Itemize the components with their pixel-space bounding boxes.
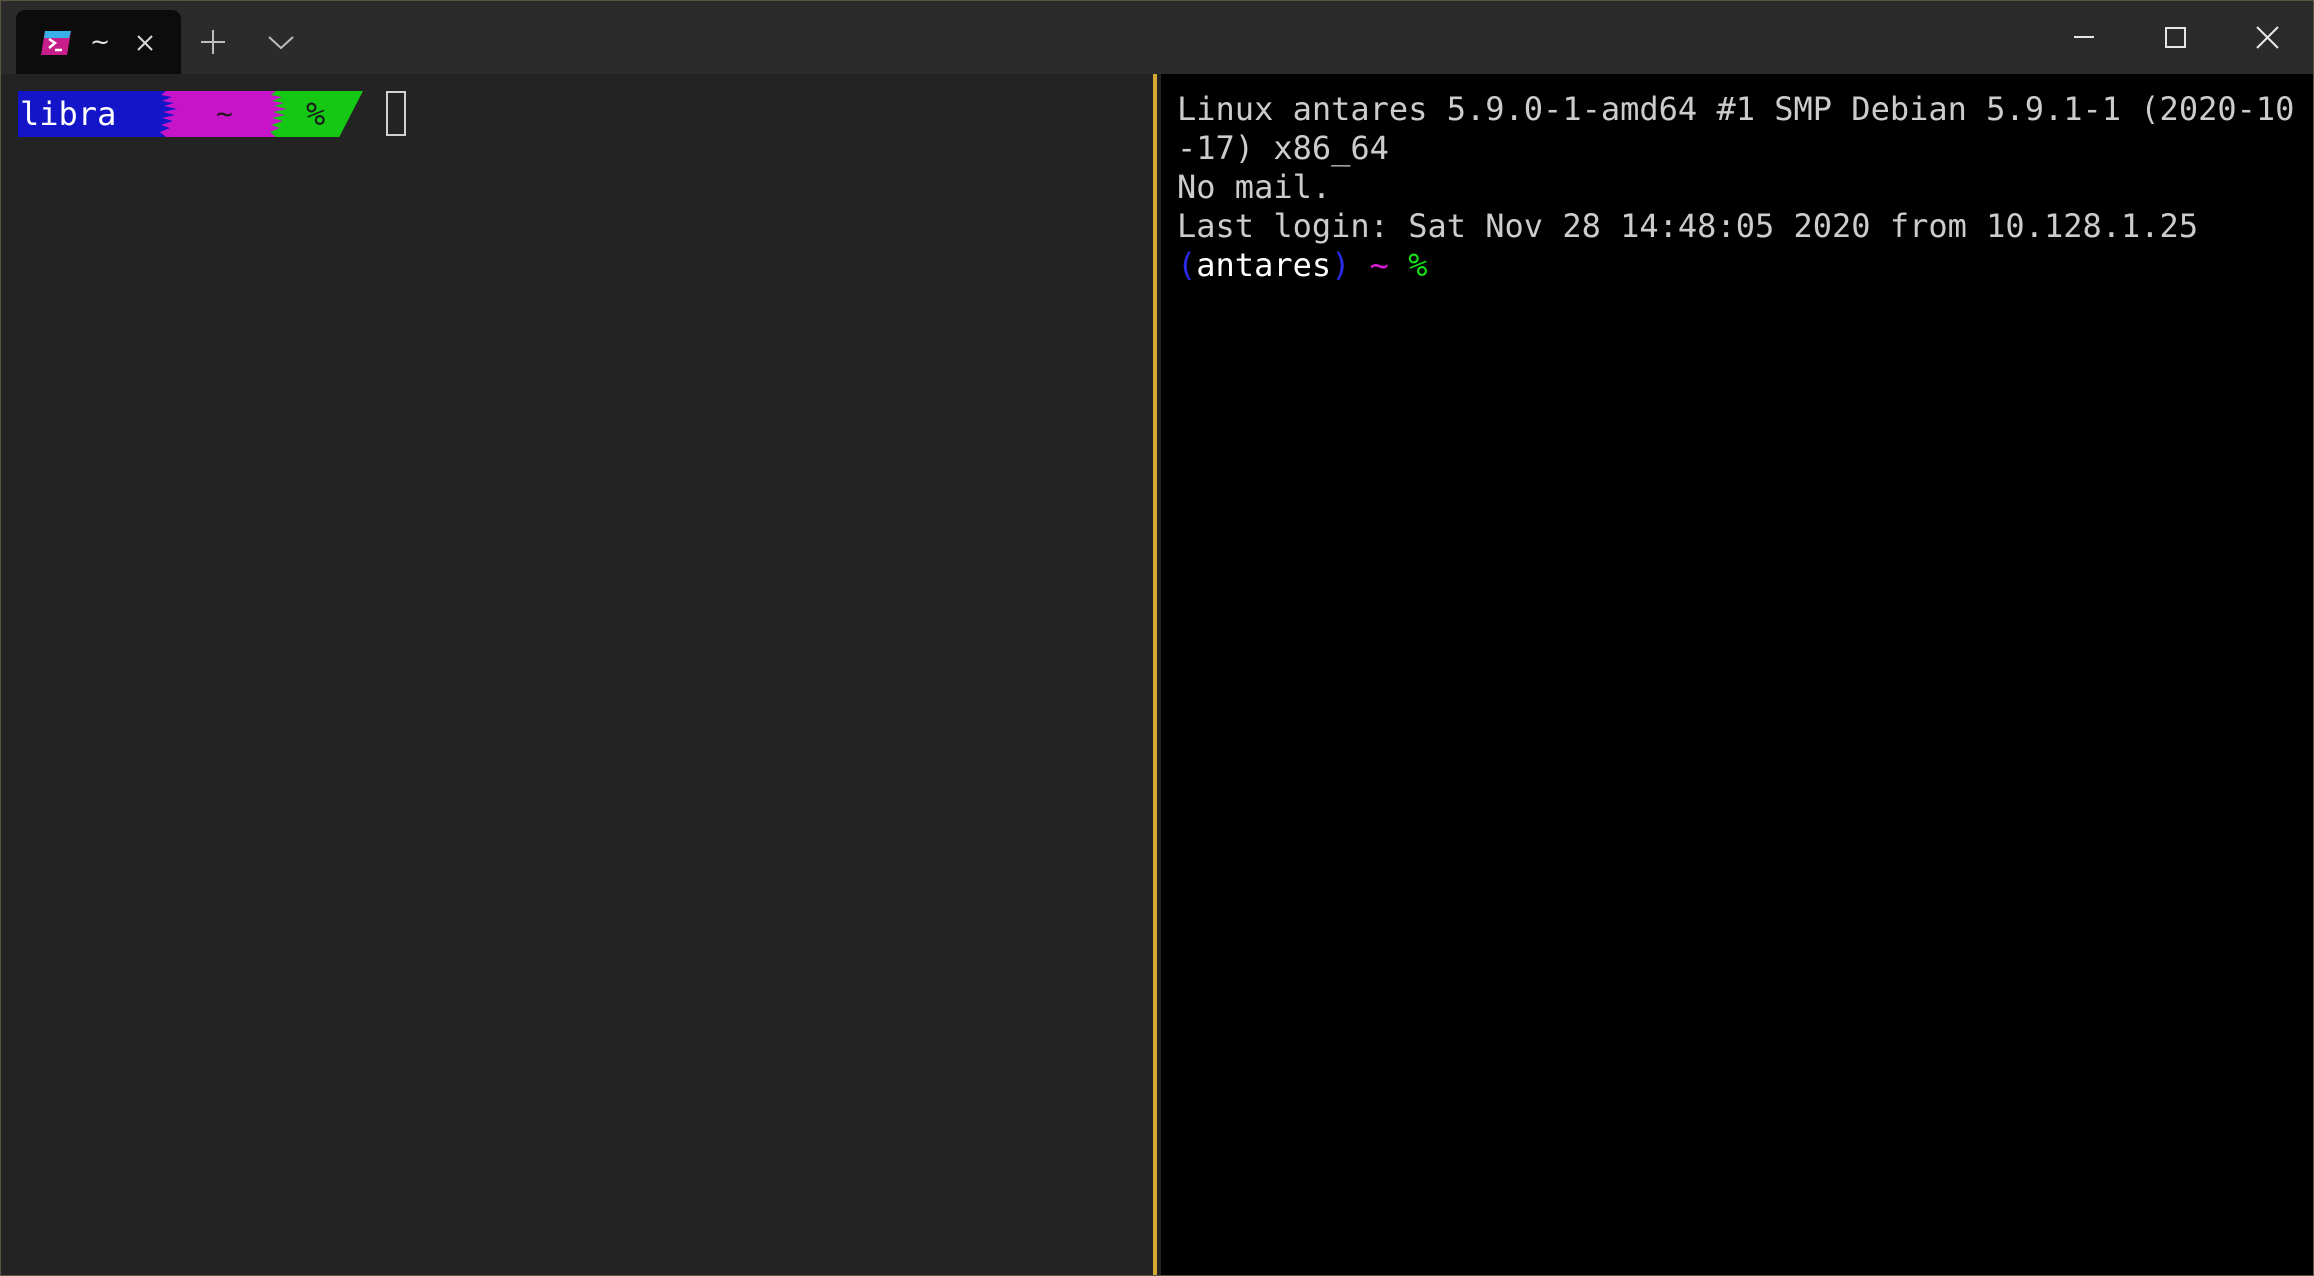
segment-separator — [158, 91, 177, 137]
tab-title: ~ — [90, 28, 111, 56]
title-bar[interactable]: ~ — [1, 1, 2313, 74]
close-icon — [2256, 26, 2279, 49]
terminal-output: Linux antares 5.9.0-1-amd64 #1 SMP Debia… — [1177, 90, 2297, 285]
maximize-button[interactable] — [2129, 1, 2221, 74]
chevron-down-icon — [268, 36, 294, 50]
minimize-icon — [2074, 36, 2094, 38]
terminal-pane-left[interactable]: libra ~ % — [1, 74, 1153, 1275]
prompt-dir: ~ — [1369, 246, 1389, 284]
tab-dropdown-button[interactable] — [259, 21, 303, 65]
output-line: Linux antares 5.9.0-1-amd64 #1 SMP Debia… — [1177, 90, 2295, 128]
pane-divider[interactable] — [1153, 74, 1157, 1275]
output-line: Last login: Sat Nov 28 14:48:05 2020 fro… — [1177, 207, 2199, 245]
prompt-host: antares — [1196, 246, 1332, 284]
prompt-user-segment: libra — [18, 91, 166, 137]
prompt-open-paren: ( — [1177, 246, 1197, 284]
tab-active[interactable]: ~ — [16, 10, 181, 74]
prompt-dir: ~ — [216, 97, 233, 130]
shell-prompt: (antares) ~ % — [1177, 246, 2297, 285]
output-line: -17) x86_64 — [1177, 129, 1389, 167]
maximize-icon — [2165, 27, 2186, 48]
prompt-close-paren: ) — [1331, 246, 1351, 284]
text-cursor — [386, 91, 406, 136]
prompt-symbol: % — [1408, 246, 1428, 284]
output-line: No mail. — [1177, 168, 1332, 206]
new-tab-button[interactable] — [191, 21, 235, 65]
terminal-pane-right[interactable]: Linux antares 5.9.0-1-amd64 #1 SMP Debia… — [1161, 74, 2313, 1275]
close-window-button[interactable] — [2221, 1, 2313, 74]
powershell-icon — [40, 30, 72, 56]
close-icon[interactable] — [130, 28, 160, 58]
minimize-button[interactable] — [2037, 1, 2129, 74]
prompt-symbol: % — [306, 95, 326, 133]
terminal-window: ~ libra ~ % Linux antares 5.9.0-1-amd64 … — [0, 0, 2314, 1276]
plus-icon — [201, 30, 225, 54]
prompt-user: libra — [20, 95, 117, 133]
segment-separator — [268, 91, 287, 137]
powerline-prompt: libra ~ % — [18, 91, 363, 137]
